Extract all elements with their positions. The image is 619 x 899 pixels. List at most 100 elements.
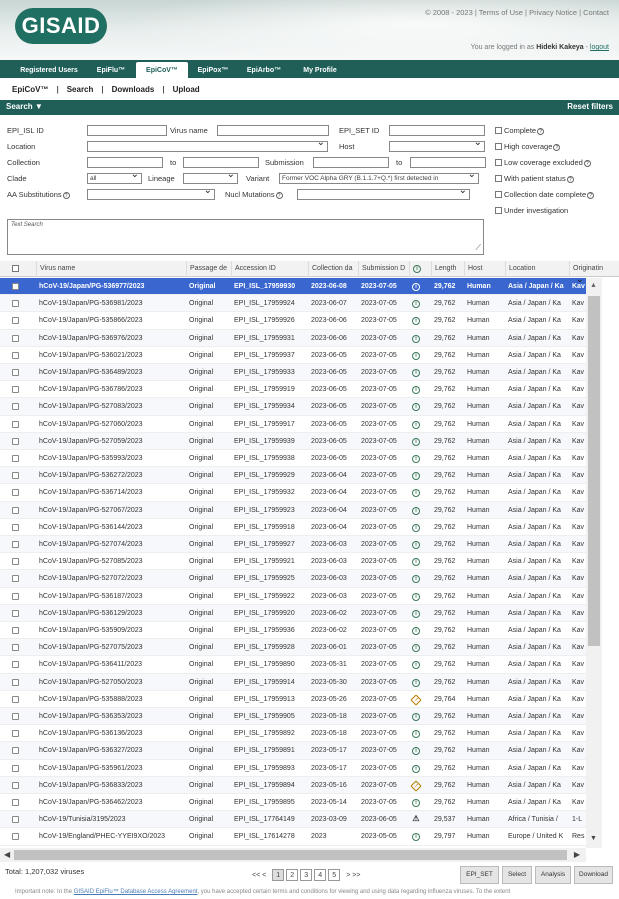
table-row[interactable]: hCoV-19/Japan/PG-536353/2023 Original EPI_…: [0, 708, 586, 726]
row-checkbox[interactable]: [12, 764, 19, 772]
table-row[interactable]: hCoV-19/Japan/PG-527072/2023 Original EPI_…: [0, 570, 586, 588]
cell-accession-id[interactable]: EPI_ISL_17959918: [231, 519, 308, 536]
cell-info[interactable]: i: [409, 364, 431, 381]
cell-info[interactable]: i: [409, 381, 431, 398]
row-checkbox[interactable]: [12, 558, 19, 566]
select-all-checkbox[interactable]: [12, 265, 19, 272]
col-location[interactable]: Location: [505, 261, 569, 277]
cell-accession-id[interactable]: EPI_ISL_17959929: [231, 467, 308, 484]
cell-info[interactable]: i: [409, 828, 431, 845]
info-icon[interactable]: i: [412, 420, 420, 429]
access-agreement-link[interactable]: GISAID EpiFlu™ Database Access Agreement: [74, 889, 198, 895]
cell-accession-id[interactable]: EPI_ISL_17959926: [231, 312, 308, 329]
info-icon[interactable]: i: [412, 609, 420, 618]
cell-info[interactable]: i: [409, 484, 431, 501]
row-checkbox[interactable]: [12, 695, 19, 703]
variant-select[interactable]: Former VOC Alpha GRY (B.1.1.7+Q.*) first…: [279, 173, 479, 184]
info-icon[interactable]: i: [412, 386, 420, 395]
cell-accession-id[interactable]: EPI_ISL_17959913: [231, 691, 308, 708]
cell-info[interactable]: i: [409, 295, 431, 312]
subnav-downloads[interactable]: Downloads: [104, 85, 163, 94]
info-icon[interactable]: i: [412, 334, 420, 343]
collection-from-input[interactable]: [87, 157, 163, 168]
info-icon[interactable]: i: [412, 523, 420, 532]
tab-epicov[interactable]: EpiCoV™: [136, 62, 188, 78]
table-row[interactable]: hCoV-19/Japan/PG-527085/2023 Original EPI_…: [0, 553, 586, 571]
col-virus-name[interactable]: Virus name: [36, 261, 186, 277]
cell-info[interactable]: !: [409, 691, 431, 708]
row-checkbox[interactable]: [12, 747, 19, 755]
row-checkbox[interactable]: [12, 661, 19, 669]
table-row[interactable]: hCoV-19/Japan/PG-535866/2023 Original EPI_…: [0, 312, 586, 330]
cell-accession-id[interactable]: EPI_ISL_17959923: [231, 502, 308, 519]
cell-info[interactable]: i: [409, 760, 431, 777]
info-icon[interactable]: i: [412, 575, 420, 584]
select-button[interactable]: Select: [502, 866, 532, 884]
vertical-scrollbar[interactable]: ▲ ▼: [586, 278, 602, 848]
cell-info[interactable]: i: [409, 605, 431, 622]
info-icon[interactable]: i: [412, 627, 420, 635]
cell-accession-id[interactable]: EPI_ISL_17959922: [231, 588, 308, 605]
cell-accession-id[interactable]: EPI_ISL_17959905: [231, 708, 308, 725]
info-icon[interactable]: i: [412, 541, 420, 549]
row-checkbox[interactable]: [12, 489, 19, 497]
table-row[interactable]: hCoV-19/Japan/PG-536129/2023 Original EPI_…: [0, 604, 586, 622]
table-row[interactable]: hCoV-19/Japan/PG-535909/2023 Original EPI_…: [0, 622, 586, 640]
page-2[interactable]: 2: [286, 869, 299, 881]
high-coverage-checkbox[interactable]: [495, 143, 502, 150]
privacy-link[interactable]: Privacy Notice: [529, 8, 577, 17]
table-row[interactable]: hCoV-19/Japan/PG-535888/2023 Original EPI_…: [0, 691, 586, 708]
row-checkbox[interactable]: [12, 730, 19, 738]
info-icon[interactable]: i: [412, 558, 420, 567]
tab-my-profile[interactable]: My Profile: [292, 62, 348, 78]
reset-filters-button[interactable]: Reset filters: [567, 102, 613, 111]
col-accession-id[interactable]: Accession ID: [231, 261, 308, 277]
aa-substitutions-select[interactable]: [87, 189, 215, 200]
row-checkbox[interactable]: [12, 317, 19, 325]
page-3[interactable]: 3: [300, 869, 313, 881]
table-row[interactable]: hCoV-19/Japan/PG-535961/2023 Original EPI_…: [0, 760, 586, 777]
col-host[interactable]: Host: [464, 261, 505, 277]
patient-status-checkbox[interactable]: [495, 175, 502, 182]
cell-info[interactable]: i: [409, 708, 431, 725]
col-submission-date[interactable]: Submission D: [358, 261, 409, 277]
info-icon[interactable]: i: [412, 661, 420, 670]
text-search-input[interactable]: Text Search ⟋: [7, 219, 484, 255]
subnav-search[interactable]: Search: [59, 85, 102, 94]
table-row[interactable]: hCoV-19/Japan/PG-536187/2023 Original EPI_…: [0, 588, 586, 605]
row-checkbox[interactable]: [12, 472, 19, 480]
table-row[interactable]: hCoV-19/Japan/PG-535993/2023 Original EPI_…: [0, 450, 586, 468]
col-length[interactable]: Length: [431, 261, 464, 277]
cell-info[interactable]: i: [409, 742, 431, 759]
row-checkbox[interactable]: [12, 816, 19, 824]
nucl-mutations-select[interactable]: [297, 189, 470, 200]
row-checkbox[interactable]: [12, 437, 19, 445]
cell-accession-id[interactable]: EPI_ISL_17959920: [231, 605, 308, 622]
cell-info[interactable]: i: [409, 553, 431, 570]
help-icon[interactable]: ?: [62, 191, 70, 199]
cell-accession-id[interactable]: EPI_ISL_17614278: [231, 828, 308, 845]
table-row[interactable]: hCoV-19/Japan/PG-536136/2023 Original EPI_…: [0, 725, 586, 743]
alert-icon[interactable]: !: [410, 694, 422, 706]
info-icon[interactable]: i: [412, 403, 420, 412]
tab-epiarbo[interactable]: EpiArbo™: [238, 62, 290, 78]
cell-info[interactable]: i: [409, 467, 431, 484]
cell-accession-id[interactable]: EPI_ISL_17959928: [231, 639, 308, 656]
table-row[interactable]: hCoV-19/Tunisia/3195/2023 Original EPI_ISL…: [0, 811, 586, 829]
cell-accession-id[interactable]: EPI_ISL_17959933: [231, 364, 308, 381]
table-row[interactable]: hCoV-19/Japan/PG-536786/2023 Original EPI_…: [0, 381, 586, 399]
table-row[interactable]: hCoV-19/Japan/PG-527059/2023 Original EPI_…: [0, 432, 586, 450]
row-checkbox[interactable]: [12, 799, 19, 806]
row-checkbox[interactable]: [12, 369, 19, 376]
download-button[interactable]: Download: [574, 866, 613, 884]
gisaid-logo[interactable]: GISAID: [15, 8, 107, 44]
cell-info[interactable]: i: [409, 536, 431, 553]
help-icon[interactable]: ?: [275, 191, 283, 199]
row-checkbox[interactable]: [12, 403, 19, 411]
info-icon[interactable]: i: [412, 764, 420, 773]
info-icon[interactable]: i: [412, 713, 420, 721]
cell-accession-id[interactable]: EPI_ISL_17959930: [231, 278, 308, 295]
cell-accession-id[interactable]: EPI_ISL_17959924: [231, 295, 308, 312]
table-row[interactable]: hCoV-19/Japan/PG-536489/2023 Original EPI_…: [0, 364, 586, 382]
info-icon[interactable]: i: [412, 747, 420, 756]
